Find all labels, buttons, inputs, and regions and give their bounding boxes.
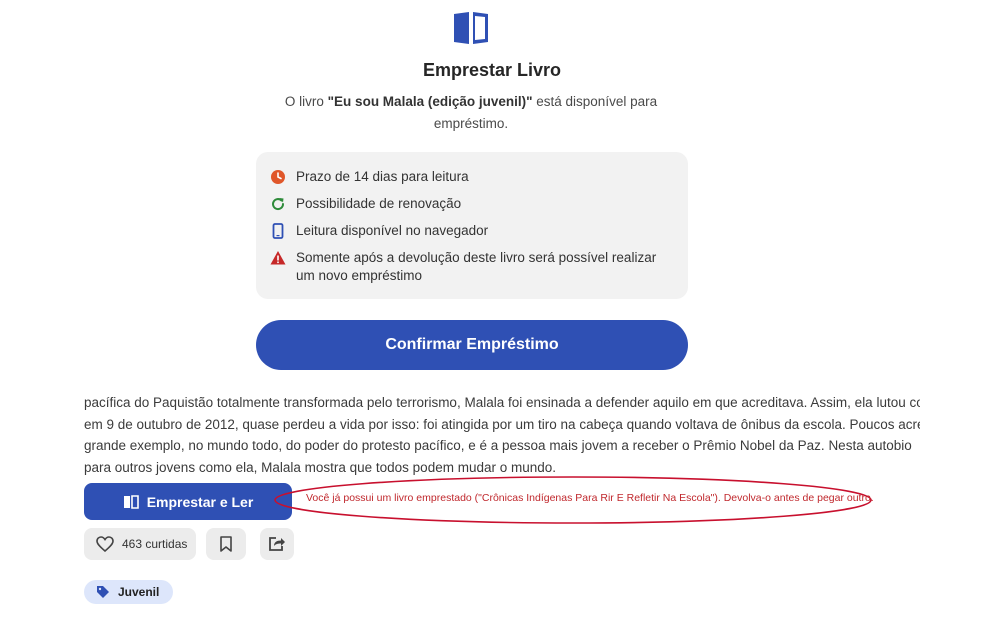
borrow-and-read-button[interactable]: Emprestar e Ler — [84, 483, 292, 520]
share-button[interactable] — [260, 528, 294, 560]
description-line: grande exemplo, no mundo todo, do poder … — [84, 438, 912, 453]
info-item-deadline: Prazo de 14 dias para leitura — [270, 168, 469, 186]
book-description: pacífica do Paquistão totalmente transfo… — [84, 392, 920, 482]
info-item-browser: Leitura disponível no navegador — [270, 222, 488, 240]
info-text: Leitura disponível no navegador — [296, 223, 489, 238]
description-line: em 9 de outubro de 2012, quase perdeu a … — [84, 416, 920, 432]
borrow-label: Emprestar e Ler — [146, 493, 254, 510]
refresh-icon — [272, 198, 285, 211]
loan-error-message: Você já possui um livro emprestado ("Crô… — [306, 492, 874, 504]
tag-label: Juvenil — [118, 585, 160, 599]
confirm-loan-button[interactable]: Confirmar Empréstimo — [256, 320, 688, 370]
smartphone-icon — [272, 223, 284, 239]
heart-icon — [96, 536, 114, 552]
bookmark-button[interactable] — [206, 528, 246, 560]
warning-icon — [270, 251, 286, 265]
info-text: Somente após a devolução deste livro ser… — [296, 250, 657, 283]
open-book-icon — [454, 12, 488, 44]
loan-info-box: Prazo de 14 dias para leitura Possibilid… — [256, 152, 688, 299]
info-item-renewal: Possibilidade de renovação — [270, 195, 461, 213]
description-prefix: O livro — [284, 94, 328, 109]
book-title: "Eu sou Malala (edição juvenil)" — [327, 94, 533, 109]
modal-title: Emprestar Livro — [422, 60, 562, 80]
book-icon — [123, 494, 139, 509]
info-text: Possibilidade de renovação — [296, 196, 462, 211]
info-item-warning: Somente após a devolução deste livro ser… — [270, 249, 676, 285]
description-line: pacífica do Paquistão totalmente transfo… — [84, 395, 920, 410]
modal-description: O livro "Eu sou Malala (edição juvenil)"… — [276, 91, 666, 135]
tag-icon — [97, 586, 109, 598]
bookmark-icon — [220, 536, 232, 552]
info-text: Prazo de 14 dias para leitura — [296, 169, 469, 184]
clock-icon — [271, 170, 285, 184]
like-button[interactable]: 463 curtidas — [84, 528, 196, 560]
genre-tag[interactable]: Juvenil — [84, 580, 174, 604]
likes-count: 463 curtidas — [122, 537, 188, 551]
share-icon — [269, 537, 285, 551]
